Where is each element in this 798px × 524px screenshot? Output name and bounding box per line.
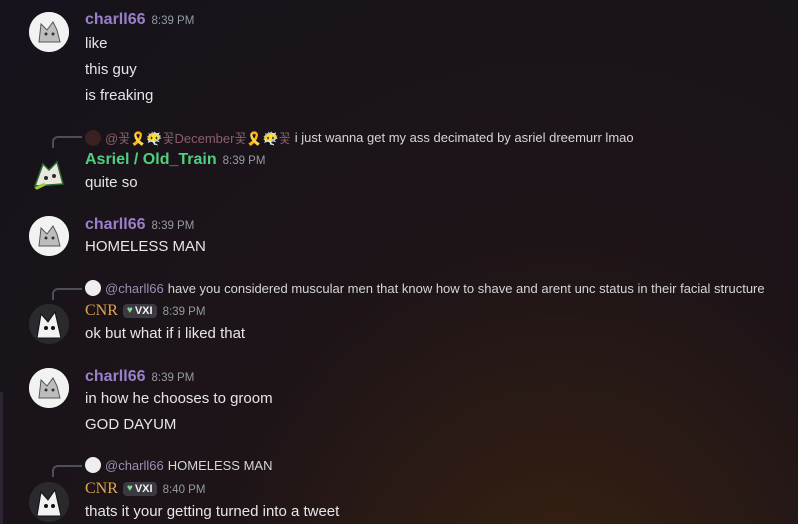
server-tag[interactable]: ♥ VXI — [122, 481, 157, 496]
author-name[interactable]: charll66 8:39 PM — [85, 11, 194, 29]
author-label[interactable]: charll66 — [85, 216, 145, 233]
author-name[interactable]: charll66 8:39 PM — [85, 368, 194, 386]
reply-preview[interactable]: @꽃🎗️😶‍🌫️꽃December꽃🎗️😶‍🌫️꽃 i just wanna g… — [85, 128, 634, 147]
timestamp: 8:39 PM — [151, 372, 195, 384]
reply-preview[interactable]: @charll66 have you considered muscular m… — [85, 280, 765, 296]
reply-avatar — [85, 457, 101, 473]
reply-avatar — [85, 280, 101, 296]
author-label[interactable]: charll66 — [85, 368, 145, 385]
author-name[interactable]: CNR ♥ VXI 8:40 PM — [85, 480, 205, 498]
author-label[interactable]: Asriel / Old_Train — [85, 151, 217, 168]
tag-label: VXI — [134, 304, 153, 317]
timestamp: 8:39 PM — [151, 15, 195, 27]
timestamp: 8:39 PM — [222, 155, 266, 167]
avatar[interactable] — [29, 154, 69, 194]
reply-mention[interactable]: @꽃🎗️😶‍🌫️꽃December꽃🎗️😶‍🌫️꽃 — [105, 128, 291, 147]
reply-mention[interactable]: @charll66 — [105, 281, 164, 296]
author-label[interactable]: CNR — [85, 480, 118, 497]
reply-spine — [52, 136, 82, 148]
author-name[interactable]: Asriel / Old_Train 8:39 PM — [85, 151, 265, 169]
tag-label: VXI — [134, 482, 153, 495]
author-name[interactable]: charll66 8:39 PM — [85, 216, 194, 234]
reply-text[interactable]: have you considered muscular men that kn… — [168, 281, 765, 296]
message-text: in how he chooses to groom — [85, 390, 273, 407]
message-text: GOD DAYUM — [85, 416, 177, 433]
avatar[interactable] — [29, 482, 69, 522]
message-text: thats it your getting turned into a twee… — [85, 503, 340, 520]
timestamp: 8:40 PM — [162, 484, 206, 496]
message-text: HOMELESS MAN — [85, 238, 206, 255]
scroll-edge — [0, 392, 3, 524]
reply-text[interactable]: i just wanna get my ass decimated by asr… — [295, 130, 634, 145]
avatar[interactable] — [29, 12, 69, 52]
reply-spine — [52, 465, 82, 477]
heart-icon: ♥ — [126, 483, 133, 494]
timestamp: 8:39 PM — [162, 306, 206, 318]
reply-preview[interactable]: @charll66 HOMELESS MAN — [85, 457, 272, 473]
avatar[interactable] — [29, 368, 69, 408]
avatar[interactable] — [29, 304, 69, 344]
reply-avatar — [85, 129, 101, 146]
message-text: is freaking — [85, 87, 154, 104]
author-name[interactable]: CNR ♥ VXI 8:39 PM — [85, 302, 205, 320]
message-text: this guy — [85, 61, 137, 78]
message-text: like — [85, 35, 108, 52]
heart-icon: ♥ — [126, 305, 133, 316]
message-text: ok but what if i liked that — [85, 325, 246, 342]
avatar[interactable] — [29, 216, 69, 256]
reply-spine — [52, 288, 82, 300]
author-label[interactable]: charll66 — [85, 11, 145, 28]
reply-mention[interactable]: @charll66 — [105, 458, 164, 473]
reply-text[interactable]: HOMELESS MAN — [168, 458, 273, 473]
message-text: quite so — [85, 174, 138, 191]
author-label[interactable]: CNR — [85, 302, 118, 319]
timestamp: 8:39 PM — [151, 220, 195, 232]
server-tag[interactable]: ♥ VXI — [122, 303, 157, 318]
